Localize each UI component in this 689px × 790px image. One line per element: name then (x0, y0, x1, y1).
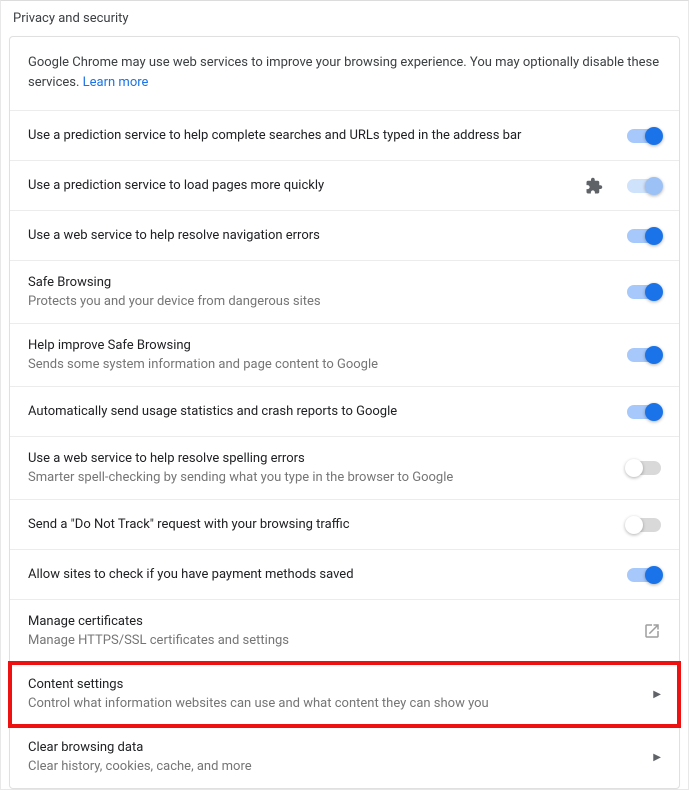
toggle-payment[interactable] (627, 568, 661, 582)
toggle-safe-browsing[interactable] (627, 285, 661, 299)
row-text: Use a web service to help resolve naviga… (28, 228, 627, 243)
chevron-right-icon: ▶ (653, 689, 661, 700)
row-payment: Allow sites to check if you have payment… (10, 550, 679, 600)
section-title: Privacy and security (13, 11, 129, 26)
row-prediction-pages: Use a prediction service to load pages m… (10, 161, 679, 211)
row-label: Use a web service to help resolve spelli… (28, 451, 627, 466)
row-label: Clear browsing data (28, 740, 653, 755)
row-text: Content settings Control what informatio… (28, 677, 653, 711)
extension-icon (585, 177, 603, 195)
row-label: Manage certificates (28, 614, 643, 629)
row-prediction-search: Use a prediction service to help complet… (10, 111, 679, 161)
toggle-improve-safe-browsing[interactable] (627, 348, 661, 362)
row-desc: Smarter spell-checking by sending what y… (28, 470, 627, 485)
row-safe-browsing: Safe Browsing Protects you and your devi… (10, 261, 679, 324)
open-external-icon (643, 622, 661, 640)
row-text: Manage certificates Manage HTTPS/SSL cer… (28, 614, 643, 648)
row-usage-stats: Automatically send usage statistics and … (10, 387, 679, 437)
toggle-dnt[interactable] (627, 518, 661, 532)
row-improve-safe-browsing: Help improve Safe Browsing Sends some sy… (10, 324, 679, 387)
chevron-right-icon: ▶ (653, 752, 661, 763)
section-header: Privacy and security (1, 1, 688, 36)
toggle-nav-errors[interactable] (627, 229, 661, 243)
toggle-prediction-pages[interactable] (627, 179, 661, 193)
row-text: Help improve Safe Browsing Sends some sy… (28, 338, 627, 372)
row-desc: Clear history, cookies, cache, and more (28, 759, 653, 774)
learn-more-link[interactable]: Learn more (83, 75, 149, 90)
toggle-prediction-search[interactable] (627, 129, 661, 143)
row-desc: Sends some system information and page c… (28, 357, 627, 372)
row-spelling: Use a web service to help resolve spelli… (10, 437, 679, 500)
row-label: Send a "Do Not Track" request with your … (28, 517, 627, 532)
row-desc: Control what information websites can us… (28, 696, 653, 711)
row-clear-browsing-data[interactable]: Clear browsing data Clear history, cooki… (10, 726, 679, 788)
row-text: Use a prediction service to load pages m… (28, 178, 585, 193)
row-label: Safe Browsing (28, 275, 627, 290)
row-text: Allow sites to check if you have payment… (28, 567, 627, 582)
row-desc: Manage HTTPS/SSL certificates and settin… (28, 633, 643, 648)
row-label: Help improve Safe Browsing (28, 338, 627, 353)
row-text: Use a web service to help resolve spelli… (28, 451, 627, 485)
row-dnt: Send a "Do Not Track" request with your … (10, 500, 679, 550)
intro-text: Google Chrome may use web services to im… (10, 37, 679, 111)
settings-page: Privacy and security Google Chrome may u… (0, 0, 689, 790)
row-text: Automatically send usage statistics and … (28, 404, 627, 419)
row-text: Clear browsing data Clear history, cooki… (28, 740, 653, 774)
toggle-spelling[interactable] (627, 461, 661, 475)
row-label: Automatically send usage statistics and … (28, 404, 627, 419)
row-text: Safe Browsing Protects you and your devi… (28, 275, 627, 309)
row-label: Allow sites to check if you have payment… (28, 567, 627, 582)
settings-card: Google Chrome may use web services to im… (9, 36, 680, 789)
row-text: Send a "Do Not Track" request with your … (28, 517, 627, 532)
toggle-usage-stats[interactable] (627, 405, 661, 419)
row-text: Use a prediction service to help complet… (28, 128, 627, 143)
row-content-settings[interactable]: Content settings Control what informatio… (10, 663, 679, 726)
row-label: Content settings (28, 677, 653, 692)
row-label: Use a web service to help resolve naviga… (28, 228, 627, 243)
row-nav-errors: Use a web service to help resolve naviga… (10, 211, 679, 261)
row-label: Use a prediction service to load pages m… (28, 178, 585, 193)
row-label: Use a prediction service to help complet… (28, 128, 627, 143)
row-manage-certificates[interactable]: Manage certificates Manage HTTPS/SSL cer… (10, 600, 679, 663)
row-desc: Protects you and your device from danger… (28, 294, 627, 309)
